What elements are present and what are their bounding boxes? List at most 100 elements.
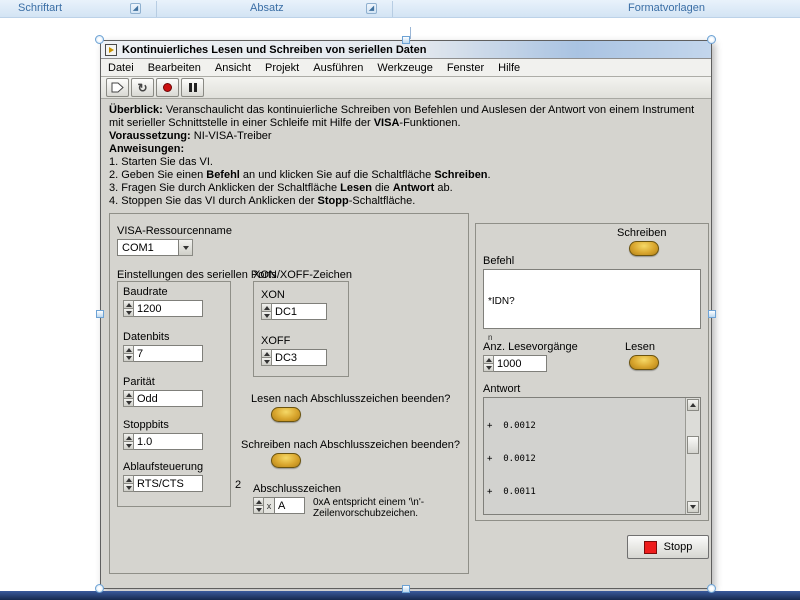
- xoff-value[interactable]: DC3: [272, 349, 327, 366]
- list-item[interactable]: + 0.0011: [487, 487, 683, 498]
- terminate-write-toggle[interactable]: [271, 453, 301, 468]
- command-input[interactable]: *IDN? n: [483, 269, 701, 342]
- vi-toolbar: ↻: [101, 77, 711, 99]
- read-button[interactable]: [629, 355, 659, 370]
- stop-button[interactable]: Stopp: [627, 535, 709, 559]
- spinner-arrows: [123, 433, 134, 450]
- increment-icon[interactable]: [253, 497, 264, 506]
- increment-icon[interactable]: [123, 345, 134, 354]
- paritaet-control[interactable]: Odd: [123, 390, 203, 407]
- decrement-icon[interactable]: [253, 506, 264, 514]
- increment-icon[interactable]: [123, 390, 134, 399]
- menu-werkzeuge[interactable]: Werkzeuge: [370, 60, 439, 76]
- response-listbox[interactable]: + 0.0012 + 0.0012 + 0.0011 + 0.0011 n 0.…: [483, 397, 701, 515]
- schriftart-dialog-launcher-icon[interactable]: ◢: [130, 3, 141, 14]
- spinner-arrows: [123, 390, 134, 407]
- menu-fenster[interactable]: Fenster: [440, 60, 491, 76]
- xoff-control[interactable]: DC3: [261, 349, 327, 366]
- increment-icon[interactable]: [123, 433, 134, 442]
- ablaufsteuerung-control[interactable]: RTS/CTS: [123, 475, 203, 492]
- scroll-down-button[interactable]: [687, 501, 699, 513]
- increment-icon[interactable]: [123, 300, 134, 309]
- menu-ansicht[interactable]: Ansicht: [208, 60, 258, 76]
- decrement-icon[interactable]: [123, 354, 134, 362]
- xon-value[interactable]: DC1: [272, 303, 327, 320]
- write-button[interactable]: [629, 241, 659, 256]
- hex-radix-indicator[interactable]: x: [264, 497, 275, 514]
- selection-handle-bottom-center[interactable]: [402, 585, 410, 593]
- decrement-icon[interactable]: [261, 358, 272, 366]
- write-button-label: Schreiben: [617, 227, 667, 239]
- menu-ausfuehren[interactable]: Ausführen: [306, 60, 370, 76]
- ablaufsteuerung-label: Ablaufsteuerung: [123, 461, 204, 473]
- command-value: *IDN?: [488, 296, 515, 307]
- termination-char-control[interactable]: x A: [253, 497, 305, 514]
- menu-bearbeiten[interactable]: Bearbeiten: [141, 60, 208, 76]
- abort-button[interactable]: [156, 78, 179, 97]
- selection-handle-top-right[interactable]: [707, 35, 716, 44]
- xonxoff-group-title: XON/XOFF-Zeichen: [253, 269, 353, 281]
- pause-button[interactable]: [181, 78, 204, 97]
- decrement-icon[interactable]: [483, 364, 494, 372]
- spinner-arrows: [123, 345, 134, 362]
- menu-datei[interactable]: Datei: [101, 60, 141, 76]
- step-4: 4. Stoppen Sie das VI durch Anklicken de…: [109, 195, 416, 207]
- command-label: Befehl: [483, 255, 515, 267]
- screen: { "ribbon": { "group_schriftart": "Schri…: [0, 0, 800, 600]
- decrement-icon[interactable]: [123, 309, 134, 317]
- decrement-icon[interactable]: [261, 312, 272, 320]
- run-arrow-icon: [111, 82, 124, 93]
- list-item[interactable]: + 0.0012: [487, 454, 683, 465]
- stoppbits-value[interactable]: 1.0: [134, 433, 203, 450]
- ribbon-separator: [156, 1, 157, 17]
- vi-window: Kontinuierliches Lesen und Schreiben von…: [100, 40, 712, 589]
- selection-handle-middle-left[interactable]: [96, 310, 104, 318]
- arrow-up-icon: [690, 403, 696, 407]
- increment-icon[interactable]: [261, 303, 272, 312]
- run-continuously-button[interactable]: ↻: [131, 78, 154, 97]
- selection-handle-middle-right[interactable]: [708, 310, 716, 318]
- visa-resource-combo[interactable]: COM1: [117, 239, 193, 256]
- ablaufsteuerung-value[interactable]: RTS/CTS: [134, 475, 203, 492]
- termination-char-label: Abschlusszeichen: [253, 483, 342, 495]
- list-item[interactable]: + 0.0012: [487, 421, 683, 432]
- read-count-control[interactable]: 1000: [483, 355, 547, 372]
- selection-handle-top-left[interactable]: [95, 35, 104, 44]
- stoppbits-control[interactable]: 1.0: [123, 433, 203, 450]
- paritaet-value[interactable]: Odd: [134, 390, 203, 407]
- run-button[interactable]: [106, 78, 129, 97]
- visa-resource-value[interactable]: COM1: [117, 239, 179, 256]
- menu-projekt[interactable]: Projekt: [258, 60, 306, 76]
- read-button-label: Lesen: [625, 341, 655, 353]
- selection-handle-bottom-left[interactable]: [95, 584, 104, 593]
- overview-label: Überblick:: [109, 104, 163, 116]
- decrement-icon[interactable]: [123, 399, 134, 407]
- decrement-icon[interactable]: [123, 442, 134, 450]
- ribbon-group-formatvorlagen: Formatvorlagen: [628, 2, 706, 14]
- overview-line: Überblick: Veranschaulicht das kontinuie…: [109, 104, 695, 129]
- terminate-read-toggle[interactable]: [271, 407, 301, 422]
- decrement-icon[interactable]: [123, 484, 134, 492]
- datenbits-control[interactable]: 7: [123, 345, 203, 362]
- baudrate-label: Baudrate: [123, 286, 168, 298]
- menu-hilfe[interactable]: Hilfe: [491, 60, 527, 76]
- increment-icon[interactable]: [123, 475, 134, 484]
- selection-handle-bottom-right[interactable]: [707, 584, 716, 593]
- increment-icon[interactable]: [261, 349, 272, 358]
- scroll-up-button[interactable]: [687, 399, 699, 411]
- labview-app-icon: [105, 43, 117, 56]
- baudrate-control[interactable]: 1200: [123, 300, 203, 317]
- termination-char-value[interactable]: A: [275, 497, 305, 514]
- stop-button-label: Stopp: [663, 541, 693, 553]
- baudrate-value[interactable]: 1200: [134, 300, 203, 317]
- read-count-value[interactable]: 1000: [494, 355, 547, 372]
- combo-dropdown-button[interactable]: [179, 239, 193, 256]
- scrollbar-thumb[interactable]: [687, 436, 699, 454]
- xon-control[interactable]: DC1: [261, 303, 327, 320]
- absatz-dialog-launcher-icon[interactable]: ◢: [366, 3, 377, 14]
- datenbits-value[interactable]: 7: [134, 345, 203, 362]
- selection-handle-top-center[interactable]: [402, 36, 410, 44]
- paritaet-label: Parität: [123, 376, 155, 388]
- vertical-scrollbar[interactable]: [685, 398, 700, 514]
- increment-icon[interactable]: [483, 355, 494, 364]
